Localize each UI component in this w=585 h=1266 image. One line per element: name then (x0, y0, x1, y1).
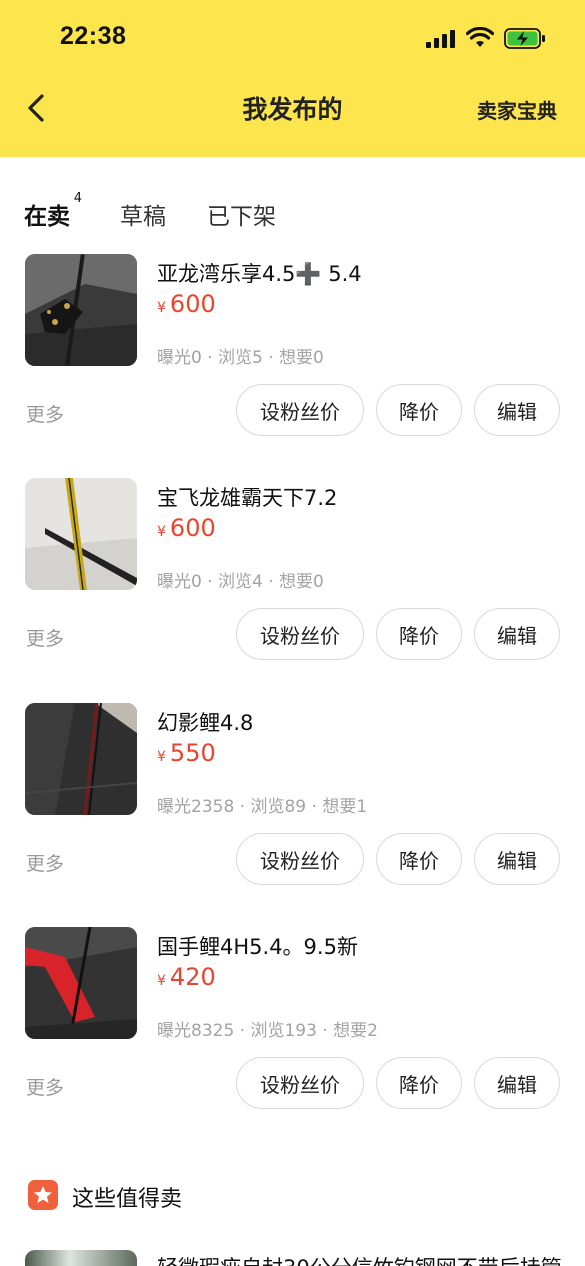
listing-thumbnail[interactable] (25, 254, 137, 366)
listing-title[interactable]: 亚龙湾乐享4.5➕ 5.4 (157, 258, 362, 288)
price-value: 600 (169, 514, 216, 542)
tab-on-sale-count: 4 (73, 191, 82, 206)
price-value: 600 (169, 290, 216, 318)
tab-on-sale[interactable]: 在卖 4 (24, 191, 82, 231)
more-button[interactable]: 更多 (26, 400, 64, 427)
listing-title[interactable]: 幻影鲤4.8 (157, 707, 253, 737)
seller-guide-link[interactable]: 卖家宝典 (477, 95, 557, 124)
listing-item[interactable]: 幻影鲤4.8 ¥550 曝光2358 · 浏览89 · 想要1 更多 设粉丝价 … (0, 703, 585, 927)
listing-stats: 曝光2358 · 浏览89 · 想要1 (157, 797, 368, 817)
listing-title[interactable]: 宝飞龙雄霸天下7.2 (157, 482, 337, 512)
tab-on-sale-label: 在卖 (24, 204, 70, 230)
currency-symbol: ¥ (157, 524, 166, 540)
currency-symbol: ¥ (157, 300, 166, 316)
recommended-thumbnail[interactable] (25, 1250, 137, 1266)
listing-stats: 曝光0 · 浏览5 · 想要0 (157, 348, 324, 368)
tab-delisted[interactable]: 已下架 (207, 197, 276, 231)
tab-delisted-label: 已下架 (207, 204, 276, 230)
currency-symbol: ¥ (157, 749, 166, 765)
listing-thumbnail[interactable] (25, 703, 137, 815)
battery-charging-icon (504, 28, 545, 49)
listing-price: ¥600 (157, 290, 216, 318)
cellular-signal-icon (426, 30, 456, 48)
recommended-title[interactable]: 轻微瑕疵自封30公分信竹钓钢网不带后挂管 (157, 1252, 562, 1266)
lower-price-button[interactable]: 降价 (376, 608, 462, 660)
status-bar: 22:38 (0, 0, 585, 80)
listing-stats: 曝光8325 · 浏览193 · 想要2 (157, 1021, 378, 1041)
status-tabs: 在卖 4 草稿 已下架 (0, 157, 585, 237)
more-button[interactable]: 更多 (26, 624, 64, 651)
listing-title[interactable]: 国手鲤4H5.4。9.5新 (157, 931, 358, 961)
listing-item[interactable]: 宝飞龙雄霸天下7.2 ¥600 曝光0 · 浏览4 · 想要0 更多 设粉丝价 … (0, 478, 585, 702)
star-badge-icon (28, 1180, 58, 1210)
edit-button[interactable]: 编辑 (474, 833, 560, 885)
edit-button[interactable]: 编辑 (474, 1057, 560, 1109)
edit-button[interactable]: 编辑 (474, 608, 560, 660)
listing-thumbnail[interactable] (25, 927, 137, 1039)
lower-price-button[interactable]: 降价 (376, 833, 462, 885)
set-fan-price-button[interactable]: 设粉丝价 (236, 1057, 364, 1109)
top-header: 22:38 我发布的 卖家宝典 (0, 0, 585, 157)
listing-thumbnail[interactable] (25, 478, 137, 590)
set-fan-price-button[interactable]: 设粉丝价 (236, 608, 364, 660)
listing-item[interactable]: 国手鲤4H5.4。9.5新 ¥420 曝光8325 · 浏览193 · 想要2 … (0, 927, 585, 1151)
listing-price: ¥420 (157, 963, 216, 991)
edit-button[interactable]: 编辑 (474, 384, 560, 436)
price-value: 550 (169, 739, 216, 767)
more-button[interactable]: 更多 (26, 849, 64, 876)
listing-price: ¥550 (157, 739, 216, 767)
set-fan-price-button[interactable]: 设粉丝价 (236, 833, 364, 885)
currency-symbol: ¥ (157, 973, 166, 989)
tab-drafts[interactable]: 草稿 (120, 197, 166, 231)
more-button[interactable]: 更多 (26, 1073, 64, 1100)
status-time: 22:38 (60, 22, 127, 50)
set-fan-price-button[interactable]: 设粉丝价 (236, 384, 364, 436)
listing-price: ¥600 (157, 514, 216, 542)
wifi-icon (466, 27, 494, 47)
lower-price-button[interactable]: 降价 (376, 1057, 462, 1109)
price-value: 420 (169, 963, 216, 991)
section-title: 这些值得卖 (72, 1187, 183, 1212)
listing-item[interactable]: 亚龙湾乐享4.5➕ 5.4 ¥600 曝光0 · 浏览5 · 想要0 更多 设粉… (0, 254, 585, 478)
tab-drafts-label: 草稿 (120, 204, 166, 230)
lower-price-button[interactable]: 降价 (376, 384, 462, 436)
listing-stats: 曝光0 · 浏览4 · 想要0 (157, 572, 324, 592)
